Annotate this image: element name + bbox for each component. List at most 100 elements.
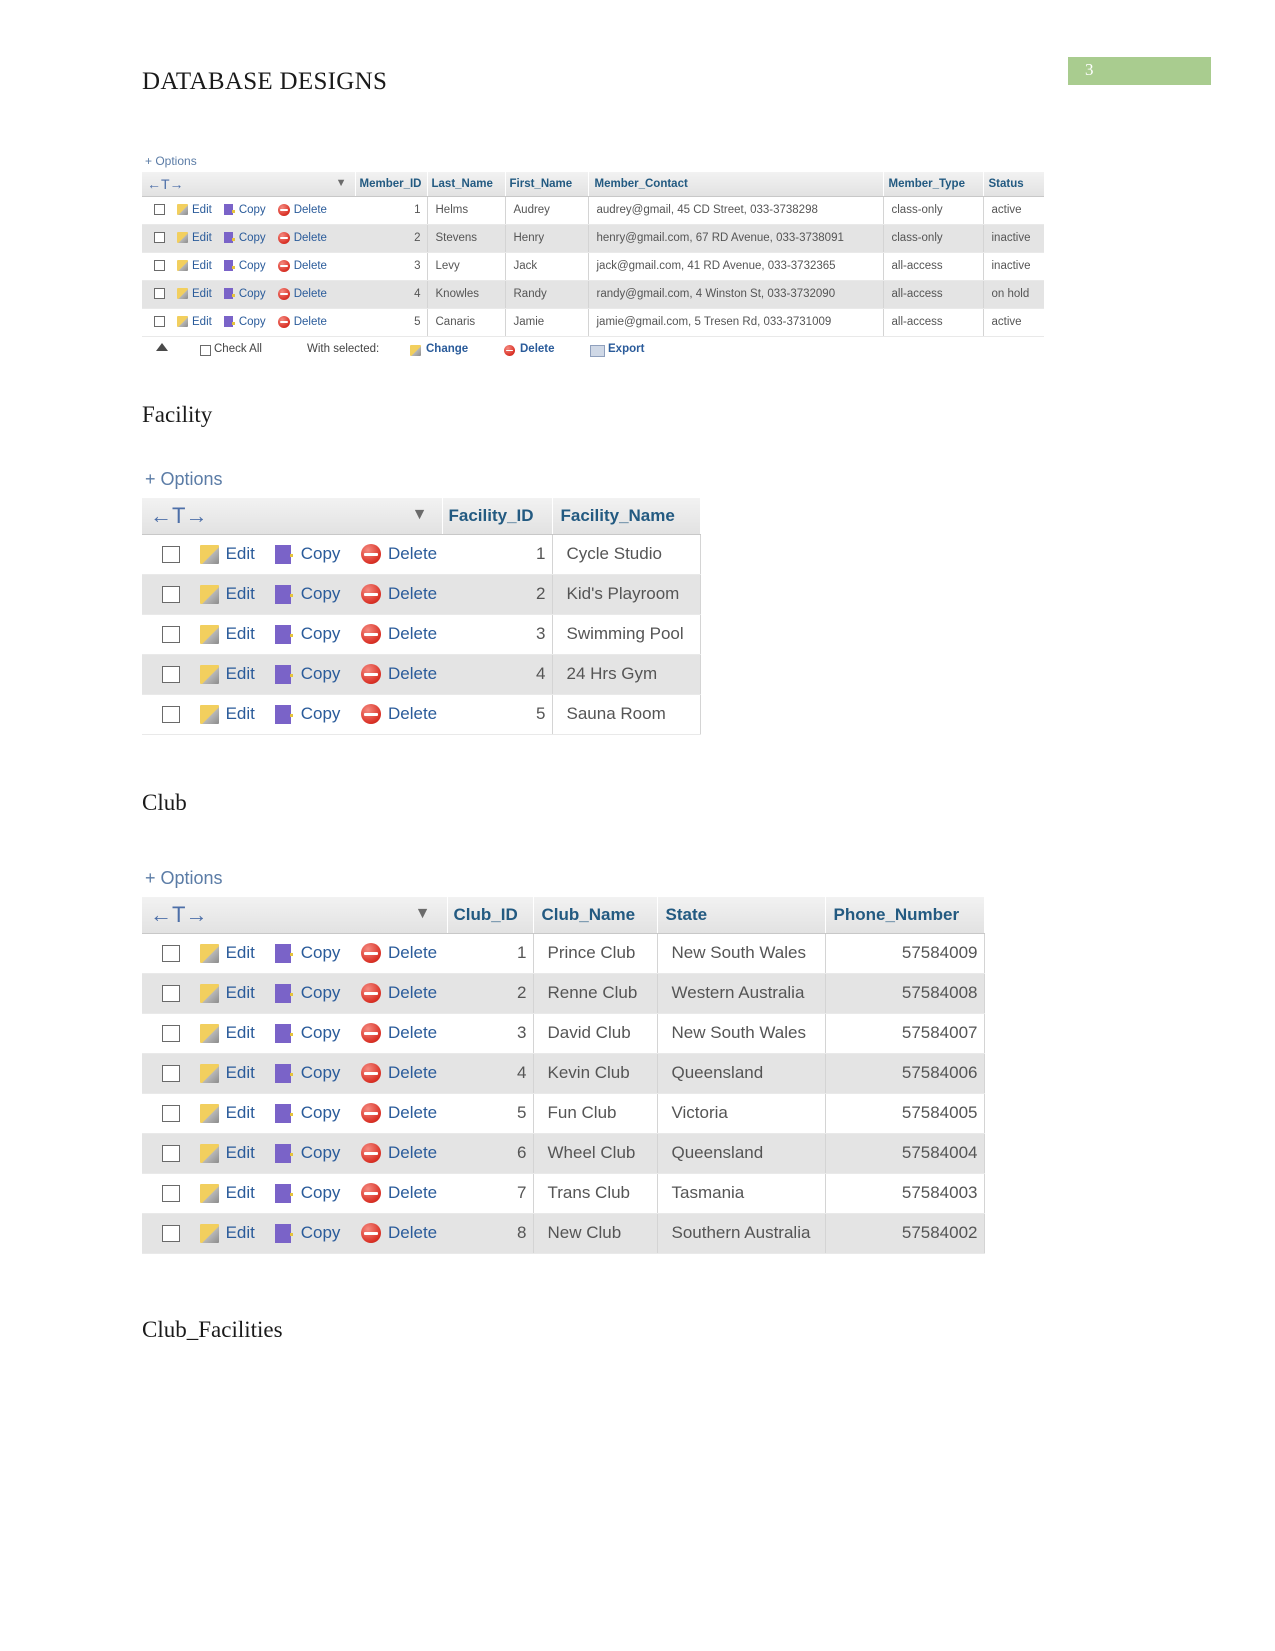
copy-link[interactable]: Copy [301, 624, 341, 644]
edit-link[interactable]: Edit [192, 316, 212, 328]
row-select-checkbox[interactable] [162, 705, 180, 723]
change-link[interactable]: Change [426, 343, 468, 355]
row-select-checkbox[interactable] [162, 625, 180, 643]
pencil-icon[interactable] [200, 1023, 219, 1043]
delete-icon[interactable] [360, 583, 382, 605]
table-row[interactable]: Edit Copy Delete 1 Cycle Studio [142, 534, 701, 575]
nav-arrows-icon[interactable]: ←T→ [150, 902, 207, 927]
copy-link[interactable]: Copy [301, 1103, 341, 1123]
edit-link[interactable]: Edit [226, 544, 255, 564]
edit-link[interactable]: Edit [226, 983, 255, 1003]
edit-link[interactable]: Edit [226, 1143, 255, 1163]
delete-link[interactable]: Delete [388, 1223, 437, 1243]
club-col-phone-number[interactable]: Phone_Number [825, 897, 985, 934]
pencil-icon[interactable] [177, 232, 188, 244]
delete-link[interactable]: Delete [388, 584, 437, 604]
table-row[interactable]: Edit Copy Delete 3 Swimming Pool [142, 614, 701, 655]
copy-link[interactable]: Copy [301, 584, 341, 604]
delete-link[interactable]: Delete [388, 1063, 437, 1083]
chevron-down-icon[interactable]: ▼ [415, 905, 431, 923]
pencil-icon[interactable] [200, 584, 219, 604]
row-select-checkbox[interactable] [162, 1184, 180, 1202]
row-select-checkbox[interactable] [154, 204, 165, 216]
copy-icon[interactable] [275, 664, 293, 684]
table-row[interactable]: Edit Copy Delete 7 Trans Club Tasmania 5758400… [142, 1173, 985, 1214]
delete-icon[interactable] [360, 1022, 382, 1044]
table-row[interactable]: Edit Copy Delete 8 New Club Southern Australi… [142, 1213, 985, 1254]
chevron-down-icon[interactable]: ▼ [412, 506, 428, 524]
copy-icon[interactable] [223, 316, 235, 328]
copy-icon[interactable] [275, 1223, 293, 1243]
edit-link[interactable]: Edit [226, 1223, 255, 1243]
pencil-icon[interactable] [200, 624, 219, 644]
edit-link[interactable]: Edit [226, 943, 255, 963]
table-row[interactable]: Edit Copy Delete 2 Stevens Henry henry@gmail.c… [142, 224, 1044, 253]
copy-icon[interactable] [275, 1023, 293, 1043]
table-row[interactable]: Edit Copy Delete 4 Knowles Randy randy@gmail.c… [142, 280, 1044, 309]
export-link[interactable]: Export [608, 343, 644, 355]
pencil-icon[interactable] [177, 288, 188, 300]
delete-link[interactable]: Delete [388, 624, 437, 644]
row-select-checkbox[interactable] [162, 984, 180, 1002]
delete-link[interactable]: Delete [294, 316, 327, 328]
copy-icon[interactable] [275, 584, 293, 604]
copy-link[interactable]: Copy [301, 943, 341, 963]
member-col-last-name[interactable]: Last_Name [427, 172, 506, 197]
table-row[interactable]: Edit Copy Delete 5 Fun Club Victoria 57584005 [142, 1093, 985, 1134]
delete-icon[interactable] [360, 703, 382, 725]
delete-icon[interactable] [277, 315, 290, 328]
copy-icon[interactable] [275, 1143, 293, 1163]
copy-link[interactable]: Copy [301, 1183, 341, 1203]
delete-icon[interactable] [277, 203, 290, 216]
copy-link[interactable]: Copy [239, 260, 266, 272]
delete-link[interactable]: Delete [388, 983, 437, 1003]
member-col-member-type[interactable]: Member_Type [883, 172, 984, 197]
edit-link[interactable]: Edit [192, 260, 212, 272]
pencil-icon[interactable] [200, 1143, 219, 1163]
delete-icon[interactable] [360, 1102, 382, 1124]
delete-icon[interactable] [277, 231, 290, 244]
copy-icon[interactable] [275, 1103, 293, 1123]
row-select-checkbox[interactable] [154, 316, 165, 328]
delete-link[interactable]: Delete [294, 232, 327, 244]
edit-link[interactable]: Edit [226, 1183, 255, 1203]
row-select-checkbox[interactable] [154, 260, 165, 272]
copy-icon[interactable] [275, 704, 293, 724]
copy-link[interactable]: Copy [239, 232, 266, 244]
delete-icon[interactable] [277, 259, 290, 272]
row-select-checkbox[interactable] [162, 545, 180, 563]
delete-link[interactable]: Delete [294, 204, 327, 216]
delete-icon[interactable] [360, 1062, 382, 1084]
table-row[interactable]: Edit Copy Delete 3 Levy Jack jack@gmail.com, 4… [142, 252, 1044, 281]
row-select-checkbox[interactable] [162, 1024, 180, 1042]
copy-icon[interactable] [275, 624, 293, 644]
row-select-checkbox[interactable] [162, 1144, 180, 1162]
delete-link[interactable]: Delete [388, 1103, 437, 1123]
member-col-first-name[interactable]: First_Name [505, 172, 589, 197]
delete-icon[interactable] [360, 543, 382, 565]
pencil-icon[interactable] [200, 1063, 219, 1083]
row-select-checkbox[interactable] [162, 1064, 180, 1082]
delete-link[interactable]: Delete [388, 1183, 437, 1203]
pencil-icon[interactable] [177, 316, 188, 328]
row-select-checkbox[interactable] [154, 232, 165, 244]
delete-link[interactable]: Delete [294, 260, 327, 272]
table-row[interactable]: Edit Copy Delete 1 Prince Club New South Wale… [142, 933, 985, 974]
club-options-link[interactable]: + Options [145, 868, 223, 889]
edit-link[interactable]: Edit [226, 584, 255, 604]
table-row[interactable]: Edit Copy Delete 1 Helms Audrey audrey@gmail, … [142, 196, 1044, 225]
table-row[interactable]: Edit Copy Delete 4 Kevin Club Queensland 57584… [142, 1053, 985, 1094]
edit-link[interactable]: Edit [226, 1063, 255, 1083]
copy-link[interactable]: Copy [301, 1143, 341, 1163]
collapse-arrow-icon[interactable] [156, 343, 168, 351]
table-row[interactable]: Edit Copy Delete 2 Kid's Playroom [142, 574, 701, 615]
edit-link[interactable]: Edit [226, 704, 255, 724]
check-all-label[interactable]: Check All [214, 343, 262, 355]
pencil-icon[interactable] [200, 664, 219, 684]
pencil-icon[interactable] [200, 1103, 219, 1123]
member-options-link[interactable]: + Options [145, 154, 197, 168]
delete-link[interactable]: Delete [388, 1023, 437, 1043]
copy-link[interactable]: Copy [239, 316, 266, 328]
copy-icon[interactable] [223, 288, 235, 300]
edit-link[interactable]: Edit [192, 204, 212, 216]
